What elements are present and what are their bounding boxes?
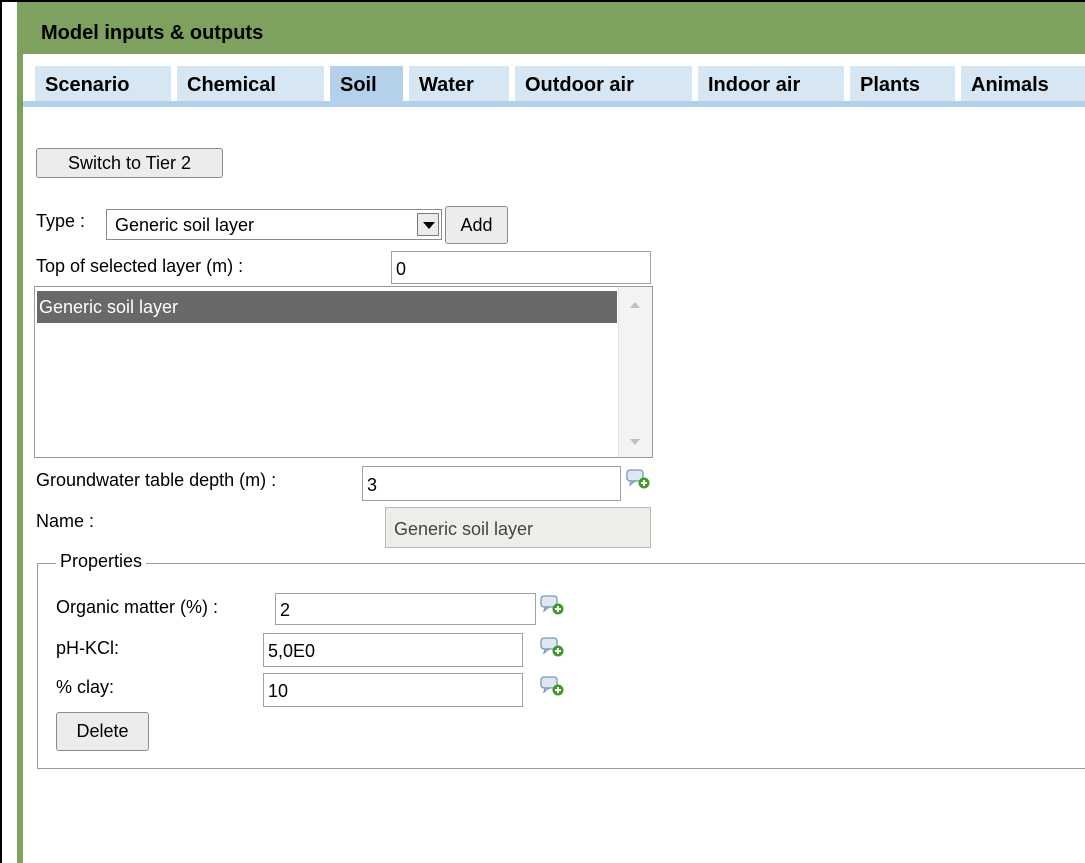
clay-label: % clay: <box>56 677 115 697</box>
ph-kcl-input[interactable] <box>263 633 523 667</box>
chevron-down-icon[interactable] <box>417 213 439 236</box>
comment-add-icon[interactable] <box>540 594 566 616</box>
tab-plants[interactable]: Plants <box>850 66 955 102</box>
tab-soil[interactable]: Soil <box>330 66 403 102</box>
tab-water[interactable]: Water <box>409 66 509 102</box>
type-select[interactable]: Generic soil layer <box>106 209 442 240</box>
type-label: Type : <box>36 211 86 231</box>
tab-outdoor-air[interactable]: Outdoor air <box>515 66 692 102</box>
type-select-value: Generic soil layer <box>115 215 255 235</box>
tab-scenario[interactable]: Scenario <box>35 66 171 102</box>
ph-kcl-label: pH-KCl: <box>56 638 120 658</box>
panel-header: Model inputs & outputs <box>17 2 1085 54</box>
top-layer-label: Top of selected layer (m) : <box>36 256 244 276</box>
layer-list[interactable]: Generic soil layer <box>34 286 653 458</box>
panel-left-border <box>17 54 23 863</box>
tab-underline <box>23 101 1085 107</box>
organic-matter-input[interactable] <box>275 593 536 625</box>
add-layer-button[interactable]: Add <box>445 206 508 244</box>
tab-indoor-air[interactable]: Indoor air <box>698 66 844 102</box>
comment-add-icon[interactable] <box>626 468 652 490</box>
clay-input[interactable] <box>263 673 523 707</box>
scroll-down-icon[interactable] <box>630 439 640 445</box>
tab-animals[interactable]: Animals <box>961 66 1085 102</box>
scrollbar[interactable] <box>618 287 652 457</box>
properties-legend: Properties <box>56 551 147 572</box>
comment-add-icon[interactable] <box>540 675 566 697</box>
name-field <box>385 507 651 548</box>
switch-tier-button[interactable]: Switch to Tier 2 <box>36 148 223 178</box>
organic-matter-label: Organic matter (%) : <box>56 597 219 617</box>
comment-add-icon[interactable] <box>540 636 566 658</box>
name-label: Name : <box>36 511 95 531</box>
scroll-up-icon[interactable] <box>630 302 640 308</box>
groundwater-input[interactable] <box>362 466 621 501</box>
groundwater-label: Groundwater table depth (m) : <box>36 470 277 490</box>
tab-bar: Scenario Chemical Soil Water Outdoor air… <box>23 54 1085 107</box>
delete-button[interactable]: Delete <box>56 712 149 751</box>
top-layer-input[interactable] <box>391 251 651 284</box>
tab-chemical[interactable]: Chemical <box>177 66 324 102</box>
panel-title: Model inputs & outputs <box>41 22 264 44</box>
list-item[interactable]: Generic soil layer <box>37 291 617 323</box>
